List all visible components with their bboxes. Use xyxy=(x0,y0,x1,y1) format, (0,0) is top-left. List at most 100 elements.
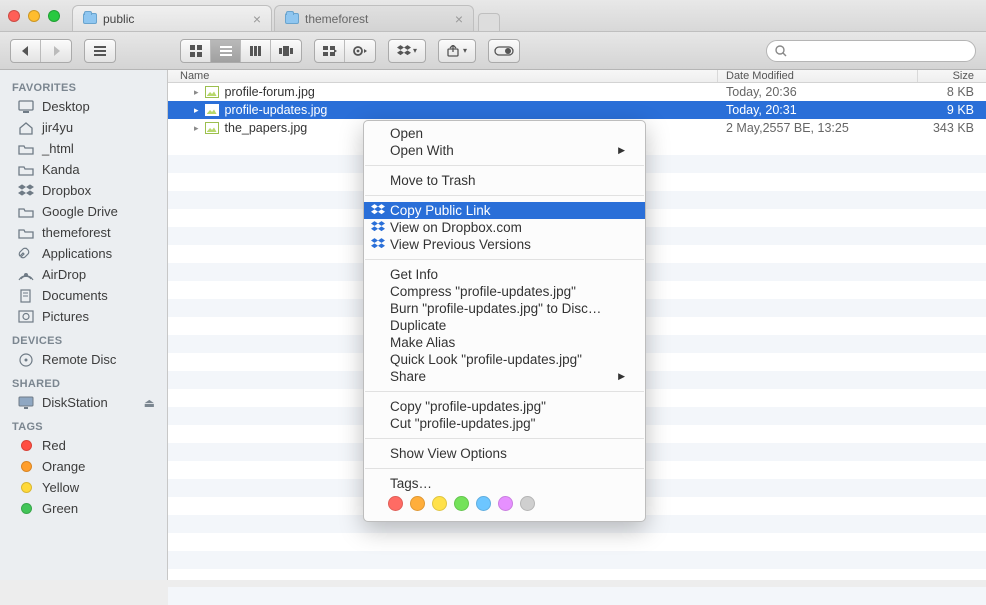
triangle-icon: ▸ xyxy=(194,123,199,134)
menu-item-share[interactable]: Share xyxy=(364,368,645,385)
sidebar-item-label: Yellow xyxy=(42,480,79,495)
close-tab-icon[interactable]: × xyxy=(455,11,463,27)
menu-item-compress-profile-updates-jpg[interactable]: Compress "profile-updates.jpg" xyxy=(364,283,645,300)
tag-color-dot[interactable] xyxy=(454,496,469,511)
menu-item-tags[interactable]: Tags… xyxy=(364,475,645,492)
menu-item-cut-profile-updates-jpg[interactable]: Cut "profile-updates.jpg" xyxy=(364,415,645,432)
sidebar-item-google-drive[interactable]: Google Drive xyxy=(0,201,167,222)
new-tab-button[interactable] xyxy=(478,13,500,31)
sidebar-item-label: themeforest xyxy=(42,225,111,240)
zoom-window-button[interactable] xyxy=(48,10,60,22)
back-button[interactable] xyxy=(11,40,41,62)
menu-item-label: Copy Public Link xyxy=(390,203,491,218)
icon-view-button[interactable] xyxy=(181,40,211,62)
search-field[interactable] xyxy=(766,40,976,62)
menu-item-open-with[interactable]: Open With xyxy=(364,142,645,159)
sidebar-item-themeforest[interactable]: themeforest xyxy=(0,222,167,243)
column-header-date[interactable]: Date Modified xyxy=(718,70,918,82)
search-icon xyxy=(775,45,787,57)
menu-item-view-previous-versions[interactable]: View Previous Versions xyxy=(364,236,645,253)
sidebar-item-label: DiskStation xyxy=(42,395,108,410)
tag-dot-icon xyxy=(18,439,34,453)
menu-item-label: Duplicate xyxy=(390,318,446,333)
close-tab-icon[interactable]: × xyxy=(253,11,261,27)
menu-item-open[interactable]: Open xyxy=(364,125,645,142)
minimize-window-button[interactable] xyxy=(28,10,40,22)
traffic-lights xyxy=(8,10,60,22)
coverflow-view-button[interactable] xyxy=(271,40,301,62)
tag-color-dot[interactable] xyxy=(432,496,447,511)
menu-item-duplicate[interactable]: Duplicate xyxy=(364,317,645,334)
sidebar-item-green[interactable]: Green xyxy=(0,498,167,519)
sidebar-item-label: Green xyxy=(42,501,78,516)
dropbox-toolbar-button[interactable]: ▾ xyxy=(388,39,426,63)
menu-item-copy-profile-updates-jpg[interactable]: Copy "profile-updates.jpg" xyxy=(364,398,645,415)
menu-item-get-info[interactable]: Get Info xyxy=(364,266,645,283)
tag-color-dot[interactable] xyxy=(498,496,513,511)
sidebar-item-jir4yu[interactable]: jir4yu xyxy=(0,117,167,138)
tag-color-dot[interactable] xyxy=(388,496,403,511)
menu-item-label: Burn "profile-updates.jpg" to Disc… xyxy=(390,301,601,316)
share-toolbar-button[interactable]: ▾ xyxy=(438,39,476,63)
view-mode-buttons xyxy=(180,39,302,63)
context-menu: OpenOpen With Move to Trash Copy Public Li… xyxy=(363,120,646,522)
tab-themeforest[interactable]: themeforest × xyxy=(274,5,474,31)
path-button[interactable] xyxy=(84,39,116,63)
tag-dot-icon xyxy=(18,460,34,474)
sidebar-item-remote-disc[interactable]: Remote Disc xyxy=(0,349,167,370)
dropbox-icon xyxy=(18,184,34,198)
column-header-name[interactable]: Name xyxy=(168,70,718,82)
sidebar-item-orange[interactable]: Orange xyxy=(0,456,167,477)
sidebar-item-pictures[interactable]: Pictures xyxy=(0,306,167,327)
menu-item-make-alias[interactable]: Make Alias xyxy=(364,334,645,351)
menu-item-move-to-trash[interactable]: Move to Trash xyxy=(364,172,645,189)
menu-item-burn-profile-updates-jpg-to-disc[interactable]: Burn "profile-updates.jpg" to Disc… xyxy=(364,300,645,317)
arrange-button[interactable] xyxy=(315,40,345,62)
sidebar-item-applications[interactable]: Applications xyxy=(0,243,167,264)
sidebar-item-documents[interactable]: Documents xyxy=(0,285,167,306)
dropbox-icon xyxy=(371,204,385,218)
sidebar-item-dropbox[interactable]: Dropbox xyxy=(0,180,167,201)
sidebar-item-diskstation[interactable]: DiskStation ⏏ xyxy=(0,392,167,413)
tag-color-dot[interactable] xyxy=(410,496,425,511)
sidebar-item-label: Orange xyxy=(42,459,85,474)
sidebar-item-label: Dropbox xyxy=(42,183,91,198)
file-size: 9 KB xyxy=(918,103,986,117)
menu-item-view-on-dropbox-com[interactable]: View on Dropbox.com xyxy=(364,219,645,236)
sidebar-item-kanda[interactable]: Kanda xyxy=(0,159,167,180)
forward-button[interactable] xyxy=(41,40,71,62)
sidebar-item-label: jir4yu xyxy=(42,120,73,135)
menu-separator xyxy=(365,438,644,439)
search-input[interactable] xyxy=(791,44,967,58)
menu-item-copy-public-link[interactable]: Copy Public Link xyxy=(364,202,645,219)
file-row[interactable]: ▸profile-updates.jpgToday, 20:319 KB xyxy=(168,101,986,119)
file-row[interactable]: ▸profile-forum.jpgToday, 20:368 KB xyxy=(168,83,986,101)
tab-public[interactable]: public × xyxy=(72,5,272,31)
sidebar-item-yellow[interactable]: Yellow xyxy=(0,477,167,498)
menu-separator xyxy=(365,391,644,392)
tags-toolbar-button[interactable] xyxy=(488,39,520,63)
close-window-button[interactable] xyxy=(8,10,20,22)
sidebar-section-header: SHARED xyxy=(0,370,167,392)
column-header-size[interactable]: Size xyxy=(918,70,986,82)
menu-item-quick-look-profile-updates-jpg[interactable]: Quick Look "profile-updates.jpg" xyxy=(364,351,645,368)
sidebar-item-desktop[interactable]: Desktop xyxy=(0,96,167,117)
eject-icon[interactable]: ⏏ xyxy=(144,396,155,410)
airdrop-icon xyxy=(18,268,34,282)
image-file-icon xyxy=(205,86,219,98)
tag-color-dot[interactable] xyxy=(520,496,535,511)
sidebar-item-label: Google Drive xyxy=(42,204,118,219)
menu-item-label: Quick Look "profile-updates.jpg" xyxy=(390,352,582,367)
dropbox-icon xyxy=(371,221,385,235)
sidebar-item-red[interactable]: Red xyxy=(0,435,167,456)
tag-color-dot[interactable] xyxy=(476,496,491,511)
action-button[interactable] xyxy=(345,40,375,62)
menu-item-show-view-options[interactable]: Show View Options xyxy=(364,445,645,462)
menu-item-label: Move to Trash xyxy=(390,173,476,188)
sidebar-item-label: Applications xyxy=(42,246,112,261)
sidebar-item--html[interactable]: _html xyxy=(0,138,167,159)
menu-item-label: Open With xyxy=(390,143,454,158)
list-view-button[interactable] xyxy=(211,40,241,62)
column-view-button[interactable] xyxy=(241,40,271,62)
sidebar-item-airdrop[interactable]: AirDrop xyxy=(0,264,167,285)
